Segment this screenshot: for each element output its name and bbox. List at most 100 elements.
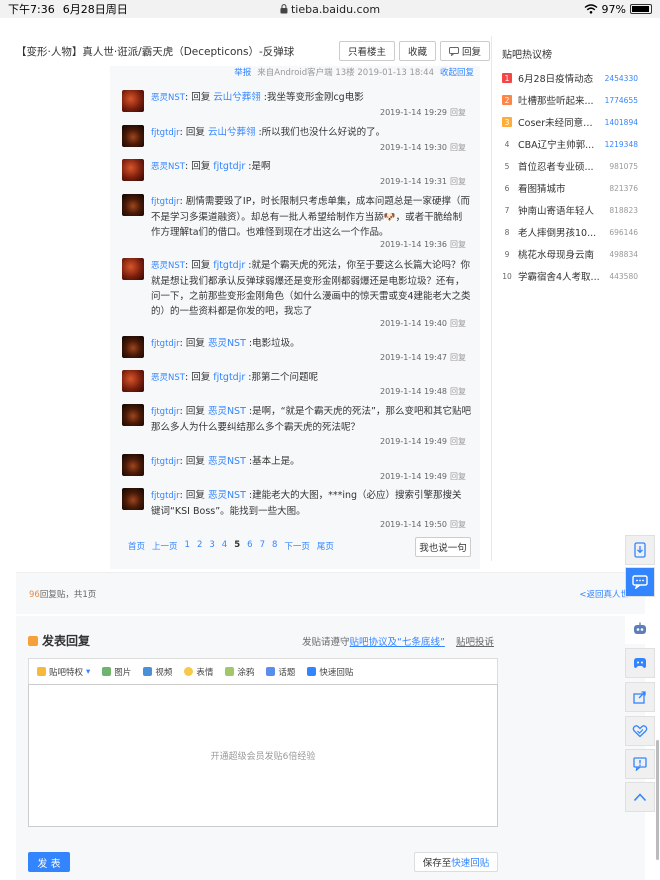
tool-topic[interactable]: 话题 (266, 666, 295, 678)
reply-username[interactable]: fjtgtdjr (151, 339, 180, 349)
page-first[interactable]: 首页 (128, 540, 145, 552)
hot-topic-count: 498834 (609, 249, 638, 259)
hot-topic-item[interactable]: 5 首位忍者专业硕... 981075 (492, 155, 646, 177)
mentioned-user[interactable]: 恶灵NST (208, 456, 246, 467)
like-button[interactable] (625, 716, 655, 746)
report-button[interactable] (625, 749, 655, 779)
tool-video-label: 视频 (155, 667, 173, 678)
page-7[interactable]: 7 (260, 540, 265, 552)
page-prev[interactable]: 上一页 (152, 540, 178, 552)
collapse-replies-link[interactable]: 收起回复 (440, 66, 474, 78)
reply-link[interactable]: 回复 (450, 319, 466, 328)
hot-topic-item[interactable]: 7 钟南山寄语年轻人 818823 (492, 199, 646, 221)
reply-link[interactable]: 回复 (450, 143, 466, 152)
tool-video[interactable]: 视频 (143, 666, 172, 678)
page-2[interactable]: 2 (197, 540, 202, 552)
rules-link[interactable]: 贴吧协议及“七条底线” (350, 637, 445, 648)
avatar[interactable] (122, 258, 144, 280)
favorite-button[interactable]: 收藏 (398, 41, 436, 61)
reply-username[interactable]: 恶灵NST (151, 261, 185, 271)
reply-link[interactable]: 回复 (450, 353, 466, 362)
hot-topic-name: 吐槽那些听起来... (518, 96, 594, 107)
reply-link[interactable]: 回复 (450, 437, 466, 446)
reply-link[interactable]: 回复 (450, 108, 466, 117)
reply-username[interactable]: 恶灵NST (151, 162, 185, 172)
add-comment-button[interactable]: 我也说一句 (415, 537, 471, 557)
hot-topic-item[interactable]: 1 6月28日疫情动态 2454330 (492, 67, 646, 89)
reply-link[interactable]: 回复 (450, 520, 466, 529)
report-link[interactable]: 举报 (234, 66, 251, 78)
game-button[interactable] (625, 648, 655, 678)
reply-content: :电影垃圾。 (245, 338, 300, 349)
reply-button[interactable]: 回复 (439, 41, 490, 61)
mentioned-user[interactable]: 云山兮葬翎 (213, 92, 261, 103)
mentioned-user[interactable]: fjtgtdjr (213, 260, 245, 271)
reply-link[interactable]: 回复 (450, 177, 466, 186)
page-1[interactable]: 1 (185, 540, 190, 552)
back-to-top-button[interactable] (625, 782, 655, 812)
page-4[interactable]: 4 (222, 540, 227, 552)
reply-username[interactable]: fjtgtdjr (151, 128, 180, 138)
page-6[interactable]: 6 (247, 540, 252, 552)
hot-topic-rank: 3 (502, 117, 512, 127)
avatar[interactable] (122, 454, 144, 476)
complain-link[interactable]: 贴吧投诉 (456, 634, 494, 648)
hot-topic-item[interactable]: 3 Coser未经同意爬... 1401894 (492, 111, 646, 133)
reply-username[interactable]: fjtgtdjr (151, 491, 180, 501)
reply-username[interactable]: fjtgtdjr (151, 407, 180, 417)
reply-link[interactable]: 回复 (450, 387, 466, 396)
mentioned-user[interactable]: 云山兮葬翎 (208, 127, 256, 138)
chat-icon (632, 575, 648, 589)
page-next[interactable]: 下一页 (284, 540, 310, 552)
download-app-button[interactable] (625, 535, 655, 565)
hot-topic-item[interactable]: 9 桃花水母现身云南 498834 (492, 243, 646, 265)
reply-editor[interactable]: 开通超级会员发贴6倍经验 (28, 684, 498, 827)
reply-username[interactable]: fjtgtdjr (151, 457, 180, 467)
reply-text: 恶灵NST: 回复 fjtgtdjr :是啊 (151, 159, 471, 175)
tool-doodle[interactable]: 涂鸦 (225, 666, 254, 678)
tool-privilege[interactable]: 贴吧特权 ▾ (37, 666, 90, 678)
comment-tool-button[interactable] (625, 567, 655, 597)
tool-quick-reply[interactable]: 快速回贴 (307, 666, 353, 678)
avatar[interactable] (122, 159, 144, 181)
only-op-button[interactable]: 只看楼主 (338, 41, 395, 61)
avatar[interactable] (122, 125, 144, 147)
mentioned-user[interactable]: 恶灵NST (208, 490, 246, 501)
robot-assistant-button[interactable] (625, 614, 655, 644)
reply-prefix: 回复 (191, 260, 214, 271)
page-3[interactable]: 3 (209, 540, 214, 552)
back-to-forum-link[interactable]: <返回真人世 (579, 588, 629, 600)
avatar[interactable] (122, 404, 144, 426)
hot-topic-item[interactable]: 8 老人摔倒男孩10... 696146 (492, 221, 646, 243)
reply-link[interactable]: 回复 (450, 472, 466, 481)
save-quick-reply-button[interactable]: 保存至 快速回贴 (414, 852, 498, 872)
hot-topic-item[interactable]: 6 看图猜城市 821376 (492, 177, 646, 199)
address-bar[interactable]: tieba.baidu.com (280, 3, 380, 16)
avatar[interactable] (122, 194, 144, 216)
share-button[interactable] (625, 682, 655, 712)
hot-topic-rank: 5 (504, 161, 510, 171)
avatar[interactable] (122, 488, 144, 510)
reply-link[interactable]: 回复 (450, 240, 466, 249)
avatar[interactable] (122, 370, 144, 392)
hot-topic-item[interactable]: 2 吐槽那些听起来... 1774655 (492, 89, 646, 111)
tool-image[interactable]: 图片 (102, 666, 131, 678)
reply-username[interactable]: 恶灵NST (151, 373, 185, 383)
hot-topic-item[interactable]: 4 CBA辽宁主帅郭... 1219348 (492, 133, 646, 155)
mentioned-user[interactable]: fjtgtdjr (213, 161, 245, 172)
hot-topic-item[interactable]: 10 学霸宿舍4人考取... 443580 (492, 265, 646, 287)
page-last[interactable]: 尾页 (317, 540, 334, 552)
tool-emoji[interactable]: 表情 (184, 666, 213, 678)
reply-username[interactable]: fjtgtdjr (151, 197, 180, 207)
mentioned-user[interactable]: 恶灵NST (208, 338, 246, 349)
hot-topic-name: 6月28日疫情动态 (518, 74, 594, 85)
avatar[interactable] (122, 336, 144, 358)
scrollbar[interactable] (656, 740, 659, 860)
mentioned-user[interactable]: 恶灵NST (208, 406, 246, 417)
submit-button[interactable]: 发 表 (28, 852, 70, 872)
mentioned-user[interactable]: fjtgtdjr (213, 372, 245, 383)
reply-composer: 发表回复 发贴请遵守贴吧协议及“七条底线” 贴吧投诉 贴吧特权 ▾ 图片 视频 表… (16, 616, 645, 880)
avatar[interactable] (122, 90, 144, 112)
page-8[interactable]: 8 (272, 540, 277, 552)
reply-username[interactable]: 恶灵NST (151, 93, 185, 103)
